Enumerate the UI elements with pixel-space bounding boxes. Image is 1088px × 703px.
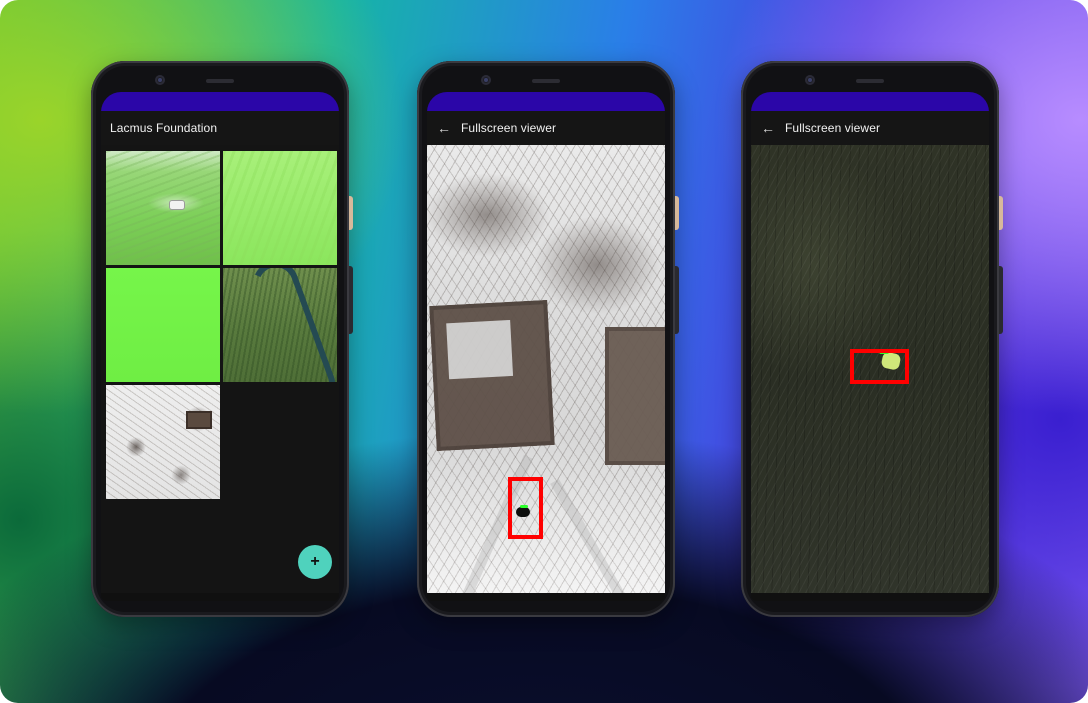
earpiece-speaker bbox=[532, 79, 560, 83]
river-icon bbox=[246, 268, 337, 382]
detection-box bbox=[508, 477, 543, 539]
volume-button bbox=[675, 266, 679, 334]
volume-button bbox=[999, 266, 1003, 334]
detection-box bbox=[850, 349, 909, 384]
gallery-thumbnail[interactable] bbox=[223, 151, 337, 265]
power-button bbox=[999, 196, 1003, 230]
status-bar bbox=[101, 92, 339, 111]
status-bar bbox=[751, 92, 989, 111]
phone-viewer-field: ← Fullscreen viewer bbox=[741, 61, 1003, 617]
footpath bbox=[550, 478, 644, 593]
app-title: Lacmus Foundation bbox=[110, 121, 218, 135]
back-button[interactable]: ← bbox=[427, 120, 461, 136]
system-nav-bar bbox=[751, 593, 989, 601]
gallery-thumbnail[interactable] bbox=[106, 268, 220, 382]
phone-gallery: Lacmus Foundation + bbox=[91, 61, 353, 617]
power-button bbox=[675, 196, 679, 230]
gallery-thumbnail[interactable] bbox=[106, 151, 220, 265]
system-nav-bar bbox=[101, 593, 339, 601]
viewer-screen: ← Fullscreen viewer bbox=[751, 92, 989, 601]
app-bar: ← Fullscreen viewer bbox=[751, 111, 989, 145]
house-roof-icon bbox=[170, 201, 184, 209]
viewer-screen: ← Fullscreen viewer bbox=[427, 92, 665, 601]
status-bar bbox=[427, 92, 665, 111]
app-bar: ← Fullscreen viewer bbox=[427, 111, 665, 145]
arrow-left-icon: ← bbox=[761, 120, 775, 136]
gallery-screen: Lacmus Foundation + bbox=[101, 92, 339, 601]
volume-button bbox=[349, 266, 353, 334]
promo-background: Lacmus Foundation + ← Fullscreen viewer … bbox=[0, 0, 1088, 703]
front-camera-icon bbox=[155, 75, 165, 85]
earpiece-speaker bbox=[206, 79, 234, 83]
system-nav-bar bbox=[427, 593, 665, 601]
viewer-title: Fullscreen viewer bbox=[785, 121, 881, 135]
add-icon: + bbox=[310, 553, 320, 570]
earpiece-speaker bbox=[856, 79, 884, 83]
app-bar: Lacmus Foundation bbox=[101, 111, 339, 145]
back-button[interactable]: ← bbox=[751, 120, 785, 136]
aerial-image bbox=[427, 145, 665, 593]
front-camera-icon bbox=[481, 75, 491, 85]
gallery-thumbnail[interactable] bbox=[106, 385, 220, 499]
hut-icon bbox=[186, 411, 212, 429]
arrow-left-icon: ← bbox=[437, 120, 451, 136]
phone-viewer-snow: ← Fullscreen viewer bbox=[417, 61, 679, 617]
building bbox=[605, 327, 665, 465]
building bbox=[429, 300, 555, 451]
gallery-thumbnail[interactable] bbox=[223, 268, 337, 382]
image-grid bbox=[106, 151, 339, 499]
front-camera-icon bbox=[805, 75, 815, 85]
viewer-title: Fullscreen viewer bbox=[461, 121, 557, 135]
image-viewer[interactable] bbox=[427, 145, 665, 593]
image-viewer[interactable] bbox=[751, 145, 989, 593]
add-image-button[interactable]: + bbox=[298, 545, 332, 579]
power-button bbox=[349, 196, 353, 230]
